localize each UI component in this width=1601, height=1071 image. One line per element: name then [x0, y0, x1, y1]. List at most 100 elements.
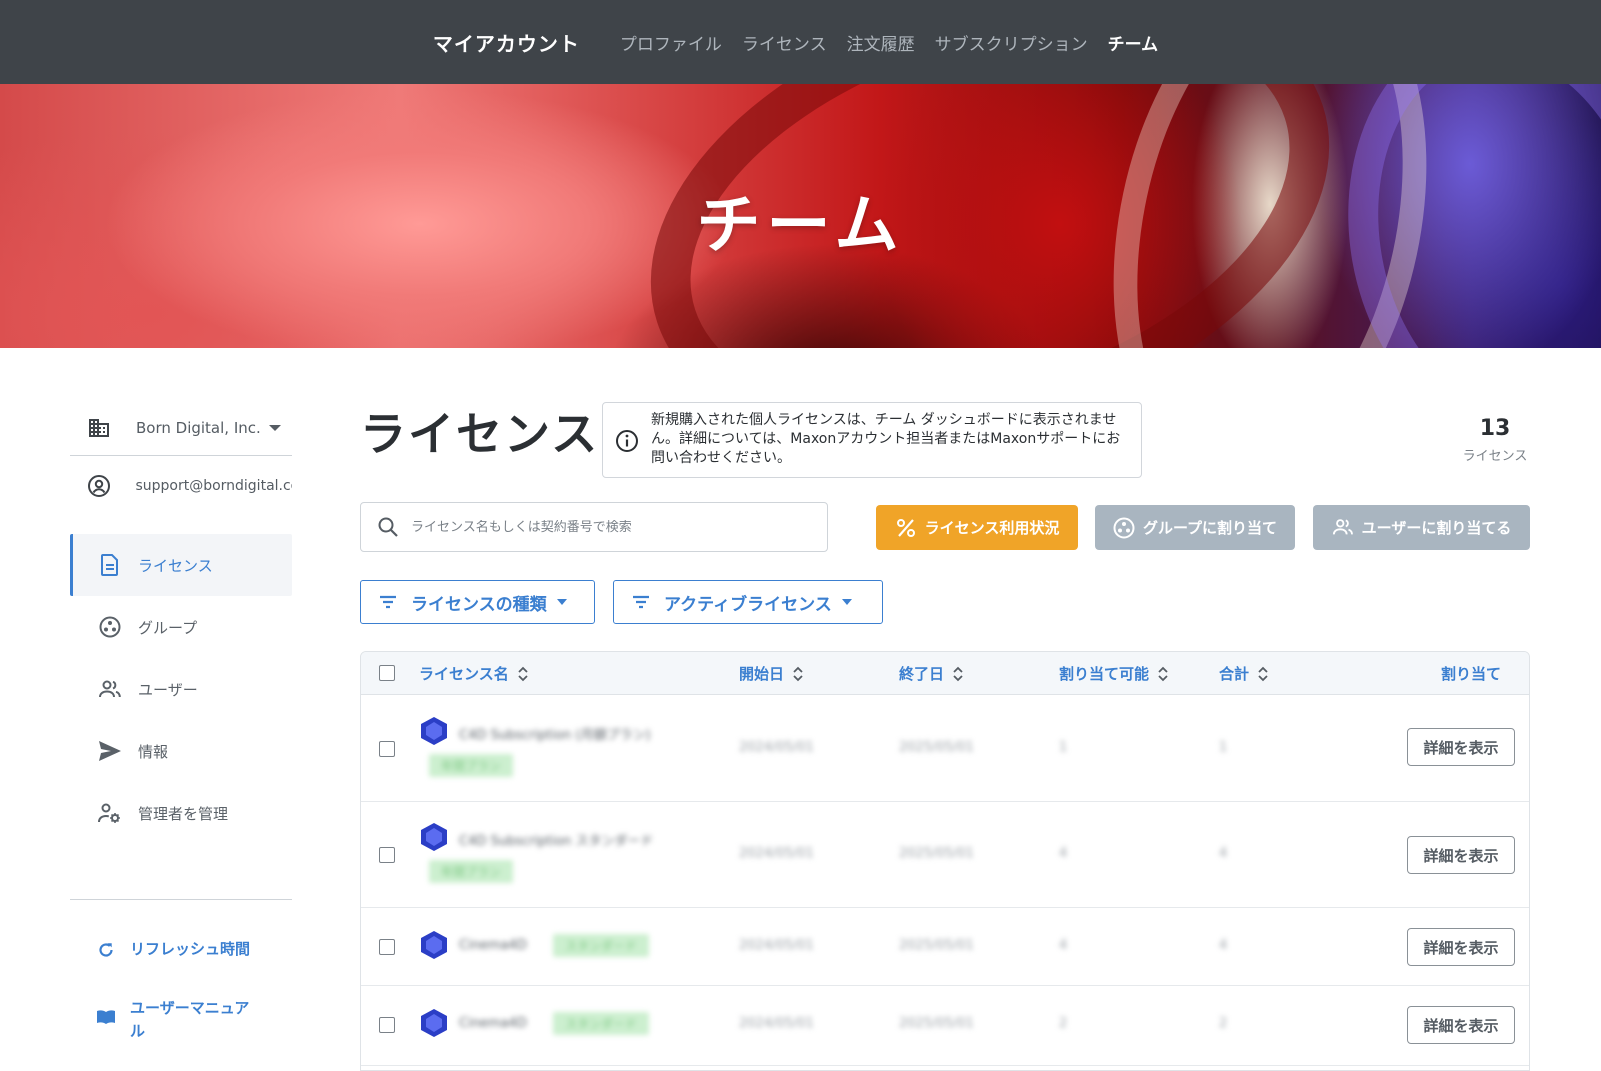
assign-user-label: ユーザーに割り当てる	[1361, 519, 1512, 537]
user-manual-link[interactable]: ユーザーマニュア ル	[96, 997, 249, 1043]
chevron-down-icon	[268, 424, 281, 431]
column-header-start-date[interactable]: 開始日	[739, 652, 804, 695]
account-circle-icon	[86, 473, 111, 499]
chevron-down-icon	[841, 599, 852, 605]
nav-licenses[interactable]: ライセンス	[742, 30, 827, 55]
license-table: ライセンス名 開始日 終了日 割り当て可能 合計 割り当て C4D Subscr…	[360, 651, 1530, 1071]
license-plan-tag: スタンダード	[553, 934, 650, 957]
license-usage-button[interactable]: ライセンス利用状況	[876, 505, 1078, 550]
view-details-button[interactable]: 詳細を表示	[1407, 1006, 1515, 1044]
assign-user-button[interactable]: ユーザーに割り当てる	[1313, 505, 1530, 550]
column-header-license-name[interactable]: ライセンス名	[419, 652, 529, 695]
column-header-assignable[interactable]: 割り当て可能	[1059, 652, 1169, 695]
assignable-count: 4	[1059, 938, 1068, 953]
admin-settings-icon	[98, 801, 122, 825]
send-icon	[98, 739, 122, 763]
sidebar-item-label: 管理者を管理	[138, 804, 229, 823]
filter-icon	[630, 591, 652, 613]
row-checkbox[interactable]	[379, 847, 395, 863]
license-usage-label: ライセンス利用状況	[924, 519, 1060, 537]
gem-icon	[421, 717, 447, 745]
start-date: 2024/05/01	[739, 1016, 814, 1031]
users-icon	[98, 677, 122, 701]
search-input[interactable]	[411, 519, 811, 535]
sidebar-item-label: グループ	[138, 618, 198, 637]
license-search	[360, 502, 828, 552]
active-license-filter-label: アクティブライセンス	[664, 594, 832, 615]
sidebar-item-info[interactable]: 情報	[70, 720, 292, 782]
active-license-filter[interactable]: アクティブライセンス	[613, 580, 883, 624]
view-details-button[interactable]: 詳細を表示	[1407, 928, 1515, 966]
book-icon	[96, 1007, 116, 1027]
assign-group-label: グループに割り当て	[1142, 519, 1278, 537]
brand-title[interactable]: マイアカウント	[433, 28, 580, 57]
table-row: C4D Subscription スタンダード 年間プラン 2024/05/01…	[361, 802, 1529, 908]
refresh-time-label: リフレッシュ時間	[130, 940, 251, 958]
users-icon	[1332, 517, 1354, 539]
org-selector[interactable]: Born Digital, Inc.	[70, 400, 292, 456]
license-type-filter[interactable]: ライセンスの種類	[360, 580, 595, 624]
top-nav: マイアカウント プロファイル ライセンス 注文履歴 サブスクリプション チーム	[0, 0, 1601, 84]
assignable-count: 2	[1059, 1016, 1068, 1031]
refresh-time-link[interactable]: リフレッシュ時間	[96, 938, 250, 960]
end-date: 2025/05/01	[899, 846, 974, 861]
license-name: C4D Subscription (月額プラン)	[459, 728, 651, 743]
column-header-end-date[interactable]: 終了日	[899, 652, 964, 695]
table-row: Cinema4D スタンダード 2024/05/01 2025/05/01 4 …	[361, 908, 1529, 986]
search-icon	[377, 516, 399, 538]
license-count: 13 ライセンス	[1440, 416, 1550, 464]
column-header-label: ライセンス名	[419, 665, 509, 683]
license-plan-tag: 年間プラン	[429, 754, 514, 777]
sidebar-divider	[70, 899, 292, 900]
user-manual-label-line2: ル	[130, 1022, 146, 1040]
document-icon	[98, 553, 122, 577]
row-checkbox[interactable]	[379, 939, 395, 955]
license-count-unit: ライセンス	[1462, 449, 1528, 464]
column-header-label: 割り当て	[1441, 665, 1502, 683]
select-all-checkbox[interactable]	[379, 665, 395, 681]
user-manual-label-line1: ユーザーマニュア	[130, 999, 250, 1017]
assign-group-button[interactable]: グループに割り当て	[1095, 505, 1295, 550]
column-header-total[interactable]: 合計	[1219, 652, 1269, 695]
chevron-down-icon	[556, 599, 567, 605]
license-name: C4D Subscription スタンダード	[459, 834, 654, 849]
sidebar-item-label: 情報	[138, 742, 169, 761]
sidebar-item-manage-admins[interactable]: 管理者を管理	[70, 782, 292, 844]
row-checkbox[interactable]	[379, 1017, 395, 1033]
nav-subscription[interactable]: サブスクリプション	[935, 30, 1088, 55]
building-icon	[86, 415, 112, 441]
sort-icon	[793, 666, 803, 681]
column-header-label: 終了日	[899, 665, 945, 683]
view-details-button[interactable]: 詳細を表示	[1407, 836, 1515, 874]
sidebar-item-groups[interactable]: グループ	[70, 596, 292, 658]
nav-order-history[interactable]: 注文履歴	[847, 30, 915, 55]
sort-icon	[1258, 666, 1268, 681]
page-title: ライセンス	[360, 407, 600, 461]
account-row: support@borndigital.co	[70, 456, 292, 516]
nav-profile[interactable]: プロファイル	[620, 30, 722, 55]
sort-icon	[953, 666, 963, 681]
column-header-label: 開始日	[739, 665, 785, 683]
total-count: 1	[1219, 740, 1228, 755]
sidebar-item-licenses[interactable]: ライセンス	[70, 534, 292, 596]
column-header-assign: 割り当て	[1441, 652, 1501, 695]
sort-icon	[518, 666, 528, 681]
view-details-button[interactable]: 詳細を表示	[1407, 728, 1515, 766]
assignable-count: 4	[1059, 846, 1068, 861]
column-header-label: 割り当て可能	[1059, 665, 1150, 683]
info-notice-text: 新規購入された個人ライセンスは、チーム ダッシュボードに表示されません。詳細につ…	[651, 412, 1121, 466]
nav-team[interactable]: チーム	[1108, 30, 1159, 55]
user-manual-label: ユーザーマニュア ル	[130, 997, 249, 1043]
info-notice: 新規購入された個人ライセンスは、チーム ダッシュボードに表示されません。詳細につ…	[602, 402, 1142, 478]
sidebar: Born Digital, Inc. support@borndigital.c…	[70, 400, 292, 844]
hero-title: チーム	[696, 189, 905, 263]
group-icon	[1113, 517, 1135, 539]
end-date: 2025/05/01	[899, 938, 974, 953]
total-count: 4	[1219, 938, 1228, 953]
org-name: Born Digital, Inc.	[136, 418, 261, 437]
row-checkbox[interactable]	[379, 741, 395, 757]
table-row: C4D Subscription (月額プラン) 年間プラン 2024/05/0…	[361, 696, 1529, 802]
filter-icon	[377, 591, 399, 613]
sidebar-item-users[interactable]: ユーザー	[70, 658, 292, 720]
license-count-value: 13	[1479, 416, 1511, 441]
